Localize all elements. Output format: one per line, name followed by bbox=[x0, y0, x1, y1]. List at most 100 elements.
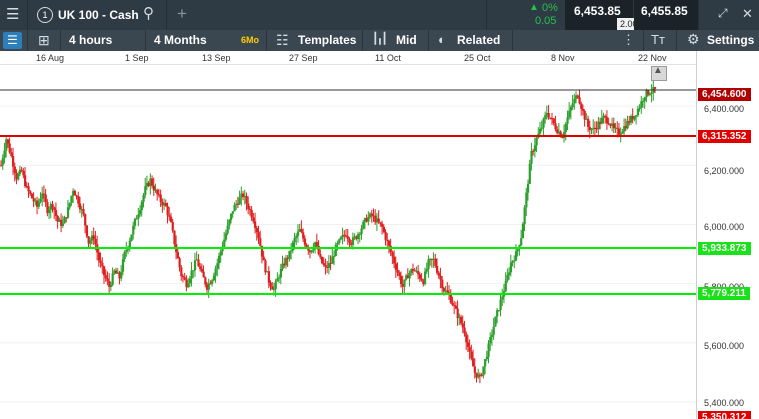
ask-price[interactable]: 6,455.85 bbox=[641, 5, 688, 17]
candle-body bbox=[20, 169, 23, 171]
candle-body bbox=[465, 333, 468, 343]
expand-icon[interactable]: ⤢ bbox=[718, 7, 728, 19]
candle-body bbox=[178, 258, 181, 268]
candle-body bbox=[218, 255, 221, 264]
candlestick-icon: ┃╻┃ bbox=[372, 33, 388, 45]
candle-body bbox=[310, 250, 313, 253]
candle-body bbox=[262, 256, 265, 261]
candle-body bbox=[176, 252, 180, 259]
candle-body bbox=[403, 279, 406, 287]
candle-body bbox=[470, 351, 473, 359]
candle-body bbox=[640, 101, 643, 108]
candle-body bbox=[230, 213, 233, 220]
x-tick-label: 16 Aug bbox=[36, 53, 65, 63]
candle-body bbox=[137, 214, 140, 219]
candle-body bbox=[484, 359, 487, 367]
candle-body bbox=[39, 198, 42, 203]
related-button[interactable]: Related bbox=[457, 34, 500, 46]
resistance-line-tag[interactable]: 6,315.352 bbox=[698, 130, 751, 143]
menu-icon[interactable]: ☰ bbox=[6, 7, 19, 22]
candle-body bbox=[544, 115, 547, 120]
candle-body bbox=[109, 284, 113, 288]
candle-body bbox=[441, 279, 444, 289]
candle-body bbox=[411, 269, 415, 271]
candle-body bbox=[633, 115, 636, 120]
candle-body bbox=[152, 185, 155, 191]
candle-body bbox=[272, 289, 276, 291]
candle-body bbox=[456, 308, 459, 319]
candle-body bbox=[300, 229, 303, 233]
candle-body bbox=[295, 235, 298, 238]
candle-body bbox=[580, 103, 583, 109]
candle-body bbox=[204, 277, 207, 285]
candle-body bbox=[296, 231, 300, 236]
x-tick-label: 8 Nov bbox=[551, 53, 575, 63]
candle-body bbox=[274, 281, 277, 290]
candle-body bbox=[616, 127, 619, 129]
candle-body bbox=[8, 143, 11, 153]
candle-body bbox=[54, 210, 58, 216]
support-line-tag[interactable]: 5,779.211 bbox=[698, 287, 750, 300]
candle-body bbox=[348, 238, 351, 243]
candle-body bbox=[120, 271, 123, 279]
price-type-dropdown[interactable]: Mid bbox=[396, 34, 417, 46]
candle-body bbox=[257, 232, 260, 239]
candle-body bbox=[77, 195, 80, 204]
candle-body bbox=[654, 87, 657, 89]
search-icon[interactable]: ⚲ bbox=[143, 6, 154, 21]
candle-body bbox=[1, 158, 4, 166]
candle-body bbox=[48, 209, 51, 214]
candle-body bbox=[526, 183, 530, 193]
candle-body bbox=[303, 238, 307, 245]
candle-body bbox=[521, 223, 525, 239]
candle-body bbox=[92, 235, 95, 240]
candle-body bbox=[581, 108, 585, 111]
add-tab-button[interactable]: + bbox=[177, 5, 187, 22]
candle-body bbox=[78, 203, 82, 210]
gear-icon[interactable]: ⚙ bbox=[687, 32, 700, 46]
candle-body bbox=[293, 237, 296, 243]
candle-body bbox=[489, 336, 492, 344]
bid-price[interactable]: 6,453.85 bbox=[574, 5, 621, 17]
interval-dropdown[interactable]: 4 hours bbox=[69, 34, 112, 46]
candle-body bbox=[61, 223, 64, 226]
candle-body bbox=[320, 257, 324, 264]
candle-body bbox=[451, 302, 454, 306]
candle-body bbox=[568, 110, 571, 118]
candle-body bbox=[533, 145, 537, 152]
candle-body bbox=[22, 170, 25, 176]
candle-body bbox=[621, 131, 624, 134]
candle-body bbox=[104, 275, 107, 279]
support-line-tag[interactable]: 5,933.873 bbox=[698, 242, 751, 255]
candle-body bbox=[391, 252, 394, 257]
price-chart[interactable] bbox=[0, 64, 697, 419]
range-dropdown[interactable]: 4 Months bbox=[154, 34, 207, 46]
candle-body bbox=[338, 239, 341, 244]
candle-body bbox=[319, 254, 322, 258]
x-tick-label: 13 Sep bbox=[202, 53, 231, 63]
candle-body bbox=[638, 107, 641, 109]
candle-body bbox=[508, 272, 511, 276]
candle-body bbox=[202, 271, 205, 278]
candle-body bbox=[94, 239, 97, 245]
candle-body bbox=[520, 238, 523, 246]
candle-body bbox=[324, 264, 327, 267]
templates-button[interactable]: Templates bbox=[298, 34, 356, 46]
instrument-name[interactable]: UK 100 - Cash bbox=[58, 9, 139, 21]
candle-body bbox=[530, 150, 533, 164]
grid-layout-icon[interactable]: ⊞ bbox=[38, 33, 50, 47]
candle-body bbox=[193, 260, 197, 271]
candle-body bbox=[399, 275, 403, 285]
settings-button[interactable]: Settings bbox=[707, 34, 754, 46]
candle-body bbox=[29, 191, 32, 194]
candle-body bbox=[420, 278, 423, 281]
candle-body bbox=[168, 215, 171, 217]
range-badge[interactable]: 6Mo bbox=[241, 35, 259, 45]
candle-body bbox=[461, 323, 464, 328]
scale-icon[interactable]: ⋮ bbox=[622, 33, 635, 46]
candle-body bbox=[381, 223, 384, 227]
close-icon[interactable]: ✕ bbox=[742, 7, 753, 20]
candle-body bbox=[643, 97, 646, 102]
text-size-icon[interactable]: Tт bbox=[651, 33, 665, 46]
candle-body bbox=[542, 119, 545, 128]
